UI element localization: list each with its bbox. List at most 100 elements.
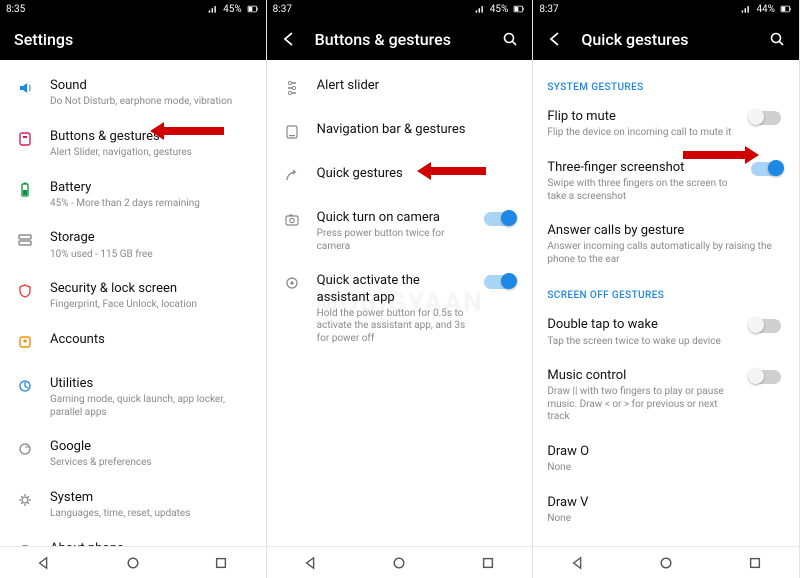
quick-gestures-list[interactable]: SYSTEM GESTURESFlip to muteFlip the devi… [533,60,799,546]
list-item[interactable]: Flip to muteFlip the device on incoming … [533,99,799,150]
header: Buttons & gestures [267,18,533,60]
system-icon [14,490,36,508]
item-desc: 10% used - 115 GB free [50,249,252,262]
google-icon [14,439,36,457]
item-title: Navigation bar & gestures [317,122,519,138]
list-item[interactable]: About phoneONEPLUS A6010 [0,531,266,547]
list-item[interactable]: Three-finger screenshotSwipe with three … [533,150,799,213]
list-item[interactable]: Quick activate the assistant appHold the… [267,263,533,355]
toggle-switch[interactable] [751,162,781,176]
status-battery: 44% [756,4,775,15]
list-item[interactable]: Buttons & gesturesAlert Slider, navigati… [0,119,266,170]
list-item[interactable]: Security & lock screen Fingerprint, Face … [0,271,266,322]
sound-icon [14,78,36,96]
section-label: SCREEN OFF GESTURES [533,276,799,307]
toggle-switch[interactable] [484,212,514,226]
item-title: Draw O [547,444,785,460]
buttons-gestures-list[interactable]: MOBIGYAAN Alert sliderNavigation bar & g… [267,60,533,546]
list-item[interactable]: UtilitiesGaming mode, quick launch, app … [0,366,266,429]
gesture-icon [281,166,303,184]
navbar-icon [281,122,303,140]
item-title: Draw V [547,495,785,511]
nav-home-icon[interactable] [659,556,673,570]
about-icon [14,541,36,547]
toggle-switch[interactable] [484,275,514,289]
item-desc: Gaming mode, quick launch, app locker, p… [50,394,252,419]
list-item[interactable]: Storage10% used - 115 GB free [0,220,266,271]
item-title: Three-finger screenshot [547,160,737,176]
list-item[interactable]: Google Services & preferences [0,429,266,480]
accounts-icon [14,332,36,350]
list-item[interactable]: Accounts [0,322,266,366]
battery-icon [779,4,793,14]
nav-back-icon[interactable] [571,556,585,570]
item-desc: None [547,462,785,475]
item-title: Battery [50,180,252,196]
item-title: Security & lock screen [50,281,252,297]
list-item[interactable]: Draw V None [533,485,799,536]
nav-home-icon[interactable] [392,556,406,570]
list-item[interactable]: Draw O None [533,434,799,485]
signal-icon [474,4,486,14]
item-title: Quick turn on camera [317,210,471,226]
toggle-switch[interactable] [751,370,781,384]
status-battery: 45% [223,4,242,15]
status-time: 8:35 [6,4,25,15]
battery-icon [14,180,36,198]
battery-icon [512,4,526,14]
assist-icon [281,273,303,291]
status-bar: 8:37 44% [533,0,799,18]
list-item[interactable]: Alert slider [267,68,533,112]
security-icon [14,281,36,299]
item-title: Alert slider [317,78,519,94]
nav-bar [533,546,799,578]
search-icon[interactable] [502,31,518,47]
list-item[interactable]: Draw SNone [533,535,799,546]
list-item[interactable]: Music control Draw || with two fingers to… [533,358,799,434]
back-icon[interactable] [281,31,297,47]
item-desc: Fingerprint, Face Unlock, location [50,299,252,312]
list-item[interactable]: Double tap to wakeTap the screen twice t… [533,307,799,358]
list-item[interactable]: Navigation bar & gestures [267,112,533,156]
back-icon[interactable] [547,31,563,47]
list-item[interactable]: SystemLanguages, time, reset, updates [0,480,266,531]
item-title: Music control [547,368,737,384]
item-desc: Services & preferences [50,457,252,470]
page-title: Quick gestures [581,30,751,49]
list-item[interactable]: Battery 45% - More than 2 days remaining [0,170,266,221]
nav-recent-icon[interactable] [748,556,762,570]
item-desc: None [547,513,785,526]
item-desc: Tap the screen twice to wake up device [547,336,737,349]
item-title: Answer calls by gesture [547,223,785,239]
nav-back-icon[interactable] [304,556,318,570]
status-bar: 8:37 45% [267,0,533,18]
item-title: Buttons & gestures [50,129,252,145]
status-time: 8:37 [273,4,292,15]
list-item[interactable]: Quick turn on cameraPress power button t… [267,200,533,263]
nav-recent-icon[interactable] [214,556,228,570]
item-desc: Draw || with two fingers to play or paus… [547,386,737,424]
signal-icon [740,4,752,14]
toggle-switch[interactable] [751,111,781,125]
nav-home-icon[interactable] [126,556,140,570]
list-item[interactable]: Quick gestures [267,156,533,200]
item-title: Google [50,439,252,455]
item-desc: 45% - More than 2 days remaining [50,198,252,211]
camera-icon [281,210,303,228]
item-title: Quick activate the assistant app [317,273,471,306]
item-desc: Languages, time, reset, updates [50,508,252,521]
nav-recent-icon[interactable] [481,556,495,570]
buttons-icon [14,129,36,147]
toggle-switch[interactable] [751,319,781,333]
nav-back-icon[interactable] [37,556,51,570]
settings-screen: 8:35 45% Settings SoundDo Not Disturb, e… [0,0,267,578]
list-item[interactable]: Answer calls by gestureAnswer incoming c… [533,213,799,276]
list-item[interactable]: SoundDo Not Disturb, earphone mode, vibr… [0,68,266,119]
item-title: Flip to mute [547,109,737,125]
nav-bar [267,546,533,578]
storage-icon [14,230,36,248]
search-icon[interactable] [769,31,785,47]
settings-list[interactable]: SoundDo Not Disturb, earphone mode, vibr… [0,60,266,546]
header: Settings [0,18,266,60]
utilities-icon [14,376,36,394]
